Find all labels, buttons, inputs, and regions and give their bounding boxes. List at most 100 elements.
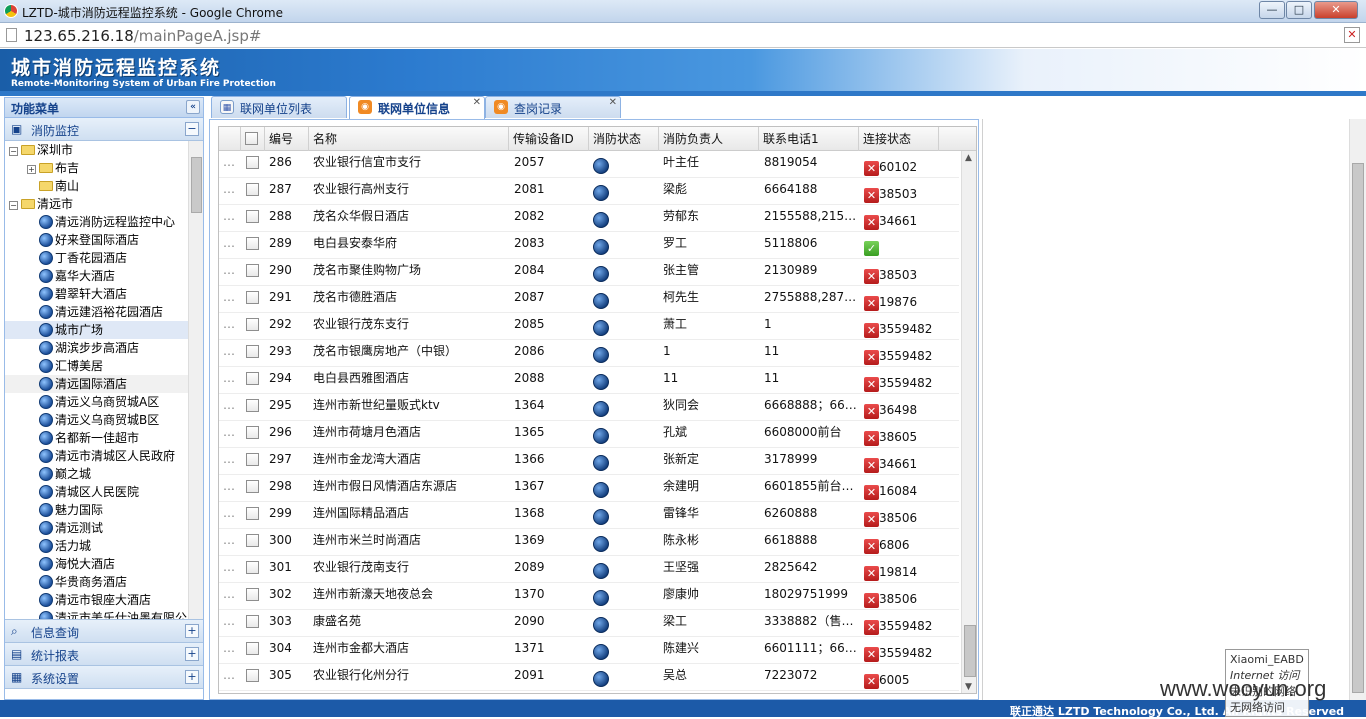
row-expander[interactable]: … [223, 448, 241, 475]
row-expander[interactable]: … [223, 259, 241, 286]
row-select[interactable] [246, 151, 264, 178]
row-expander[interactable]: … [223, 151, 241, 178]
tree-node-unit[interactable]: 清远市银座大酒店 [39, 591, 151, 609]
tree-node-qingyuan[interactable]: − 清远市 [9, 195, 73, 213]
collapse-icon[interactable]: − [9, 201, 18, 210]
expand-icon[interactable]: + [27, 165, 36, 174]
table-row[interactable]: … 291 茂名市德胜酒店 2087 柯先生 2755888,287… ✕ 19876 [219, 286, 959, 313]
table-row[interactable]: … 299 连州国际精品酒店 1368 雷锋华 6260888 ✕ 38506 [219, 502, 959, 529]
col-header-connection[interactable]: 连接状态 [859, 127, 939, 151]
table-row[interactable]: … 302 连州市新濠天地夜总会 1370 廖康帅 18029751999 ✕ 38506 [219, 583, 959, 610]
page-scroll-thumb[interactable] [1352, 163, 1364, 693]
tree-node-unit[interactable]: 华贵商务酒店 [39, 573, 127, 591]
panel-toggle-button[interactable]: + [185, 624, 199, 638]
row-checkbox[interactable] [246, 156, 259, 169]
table-row[interactable]: … 286 农业银行信宜市支行 2057 叶主任 8819054 ✕ 60102 [219, 151, 959, 178]
row-expander[interactable]: … [223, 421, 241, 448]
row-checkbox[interactable] [246, 264, 259, 277]
row-expander[interactable]: … [223, 340, 241, 367]
tree-node-unit[interactable]: 碧翠轩大酒店 [39, 285, 127, 303]
table-row[interactable]: … 289 电白县安泰华府 2083 罗工 5118806 ✓ [219, 232, 959, 259]
tree-node-shenzhen[interactable]: − 深圳市 [9, 141, 73, 159]
col-header-device[interactable]: 传输设备ID [509, 127, 589, 151]
page-scrollbar[interactable] [1349, 119, 1366, 700]
tree-node-unit[interactable]: 丁香花园酒店 [39, 249, 127, 267]
row-checkbox[interactable] [246, 480, 259, 493]
table-row[interactable]: … 294 电白县西雅图酒店 2088 11 11 ✕ 3559482 [219, 367, 959, 394]
tree-node-hover[interactable]: 清远国际酒店 [5, 375, 188, 393]
row-expander[interactable]: … [223, 583, 241, 610]
table-row[interactable]: … 304 连州市金都大酒店 1371 陈建兴 6601111；66… ✕ 3559482 [219, 637, 959, 664]
tab-patrol-records[interactable]: ◉ 查岗记录 ✕ [485, 96, 621, 118]
panel-toggle-button[interactable]: + [185, 670, 199, 684]
row-select[interactable] [246, 286, 264, 313]
col-header-phone[interactable]: 联系电话1 [759, 127, 859, 151]
tree-node-unit[interactable]: 清远义乌商贸城B区 [39, 411, 159, 429]
row-expander[interactable]: … [223, 556, 241, 583]
row-expander[interactable]: … [223, 286, 241, 313]
grid-scroll-thumb[interactable] [964, 625, 976, 677]
maximize-button[interactable]: □ [1286, 1, 1312, 19]
row-checkbox[interactable] [246, 669, 259, 682]
row-select[interactable] [246, 448, 264, 475]
col-header-fire-status[interactable]: 消防状态 [589, 127, 659, 151]
col-header-person[interactable]: 消防负责人 [659, 127, 759, 151]
table-row[interactable]: … 296 连州市荷塘月色酒店 1365 孔斌 6608000前台 ✕ 38605 [219, 421, 959, 448]
row-select[interactable] [246, 178, 264, 205]
row-select[interactable] [246, 556, 264, 583]
close-tab-icon[interactable]: ✕ [609, 97, 617, 108]
tree-node-unit[interactable]: 清远测试 [39, 519, 103, 537]
row-expander[interactable]: … [223, 178, 241, 205]
table-row[interactable]: … 292 农业银行茂东支行 2085 萧工 1 ✕ 3559482 [219, 313, 959, 340]
row-checkbox[interactable] [246, 507, 259, 520]
tree-node-unit[interactable]: 湖滨步步高酒店 [39, 339, 139, 357]
row-expander[interactable]: … [223, 610, 241, 637]
collapse-sidebar-button[interactable]: « [186, 100, 200, 114]
row-checkbox[interactable] [246, 372, 259, 385]
table-row[interactable]: … 290 茂名市聚佳购物广场 2084 张主管 2130989 ✕ 38503 [219, 259, 959, 286]
select-all-checkbox[interactable] [245, 132, 258, 145]
panel-statistics[interactable]: ▤ 统计报表 + [5, 643, 203, 666]
panel-toggle-button[interactable]: + [185, 647, 199, 661]
row-select[interactable] [246, 421, 264, 448]
row-expander[interactable]: … [223, 205, 241, 232]
tree-node-nanshan[interactable]: 南山 [39, 177, 79, 195]
tree-node-unit[interactable]: 名都新一佳超市 [39, 429, 139, 447]
panel-info-query[interactable]: ⌕ 信息查询 + [5, 620, 203, 643]
tree-node-unit[interactable]: 活力城 [39, 537, 91, 555]
row-checkbox[interactable] [246, 318, 259, 331]
row-select[interactable] [246, 529, 264, 556]
row-select[interactable] [246, 502, 264, 529]
row-checkbox[interactable] [246, 237, 259, 250]
tree-node-unit[interactable]: 巅之城 [39, 465, 91, 483]
row-select[interactable] [246, 475, 264, 502]
col-header-name[interactable]: 名称 [309, 127, 509, 151]
row-checkbox[interactable] [246, 453, 259, 466]
select-all-header[interactable] [241, 127, 265, 151]
row-checkbox[interactable] [246, 183, 259, 196]
table-row[interactable]: … 305 农业银行化州分行 2091 吴总 7223072 ✕ 6005 [219, 664, 959, 691]
row-checkbox[interactable] [246, 345, 259, 358]
page-action-icon[interactable]: ✕ [1344, 27, 1360, 43]
tree-scrollbar[interactable] [188, 141, 203, 619]
row-select[interactable] [246, 232, 264, 259]
tree-node-unit[interactable]: 清远市清城区人民政府 [39, 447, 175, 465]
row-checkbox[interactable] [246, 588, 259, 601]
row-checkbox[interactable] [246, 426, 259, 439]
panel-fire-monitoring[interactable]: ▣ 消防监控 − [5, 118, 203, 141]
tree-node-unit[interactable]: 清远建滔裕花园酒店 [39, 303, 163, 321]
row-expander[interactable]: … [223, 529, 241, 556]
table-row[interactable]: … 297 连州市金龙湾大酒店 1366 张新定 3178999 ✕ 34661 [219, 448, 959, 475]
row-select[interactable] [246, 664, 264, 691]
tree-node-unit[interactable]: 嘉华大酒店 [39, 267, 115, 285]
tree-node-unit[interactable]: 汇博美居 [39, 357, 103, 375]
table-row[interactable]: … 287 农业银行高州支行 2081 梁彪 6664188 ✕ 38503 [219, 178, 959, 205]
row-select[interactable] [246, 205, 264, 232]
row-select[interactable] [246, 637, 264, 664]
scroll-up-icon[interactable]: ▲ [965, 153, 972, 163]
row-select[interactable] [246, 313, 264, 340]
close-button[interactable]: ✕ [1314, 1, 1358, 19]
row-checkbox[interactable] [246, 615, 259, 628]
tree-node-unit[interactable]: 好来登国际酒店 [39, 231, 139, 249]
row-select[interactable] [246, 259, 264, 286]
